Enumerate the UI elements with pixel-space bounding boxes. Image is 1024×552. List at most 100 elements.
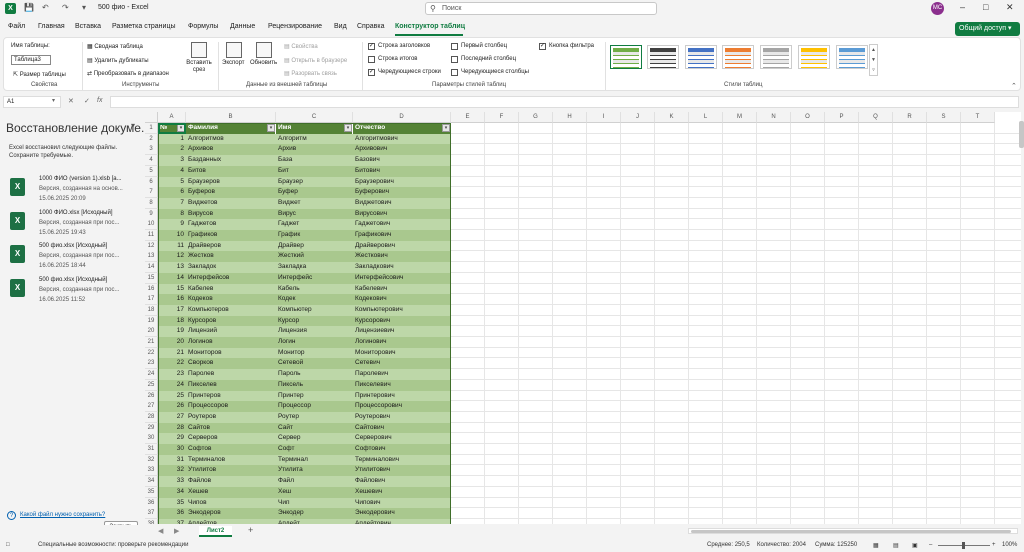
cell-surname[interactable]: Апдейтов [186, 518, 276, 524]
cell-name[interactable]: Алгоритм [276, 133, 353, 145]
cell-patronymic[interactable]: Процессорович [353, 401, 451, 413]
cell-patronymic[interactable]: Принтерович [353, 390, 451, 402]
row-header[interactable]: 35 [145, 486, 158, 498]
undo-icon[interactable]: ↶ [42, 3, 49, 12]
tab-page-layout[interactable]: Разметка страницы [112, 23, 176, 30]
cell-surname[interactable]: Битов [186, 165, 276, 177]
column-header[interactable]: C [276, 112, 353, 123]
cell-surname[interactable]: Курсоров [186, 315, 276, 327]
tab-formulas[interactable]: Формулы [188, 23, 218, 30]
zoom-in-icon[interactable]: + [992, 542, 996, 548]
cell-number[interactable]: 33 [158, 476, 186, 488]
cell-patronymic[interactable]: Архивович [353, 144, 451, 156]
recovered-file[interactable]: X 1000 ФИО (version 1).xlsb [а... Версия… [10, 176, 140, 208]
table-style-option[interactable] [647, 45, 679, 69]
cell-name[interactable]: Апдейт [276, 518, 353, 524]
cell-name[interactable]: Вирус [276, 208, 353, 220]
cell-surname[interactable]: Софтов [186, 444, 276, 455]
cell-patronymic[interactable]: Софтович [353, 444, 451, 455]
cell-patronymic[interactable]: Закладкович [353, 262, 451, 274]
cell-patronymic[interactable]: Паролевич [353, 369, 451, 381]
cell-name[interactable]: Виджет [276, 197, 353, 209]
column-header[interactable]: E [451, 112, 485, 123]
cell-patronymic[interactable]: Логинович [353, 337, 451, 348]
cell-patronymic[interactable]: Кодекович [353, 294, 451, 306]
zoom-slider-thumb[interactable] [962, 542, 965, 549]
close-icon[interactable]: ✕ [1006, 2, 1014, 13]
cell-name[interactable]: Принтер [276, 390, 353, 402]
tab-help[interactable]: Справка [357, 23, 384, 30]
cell-surname[interactable]: Закладок [186, 262, 276, 274]
cell-patronymic[interactable]: Энкодерович [353, 508, 451, 520]
column-header[interactable]: D [353, 112, 451, 123]
tab-view[interactable]: Вид [334, 23, 347, 30]
cell-number[interactable]: 27 [158, 411, 186, 423]
table-style-option[interactable] [798, 45, 830, 69]
tab-home[interactable]: Главная [38, 23, 65, 30]
row-header[interactable]: 12 [145, 240, 158, 252]
cell-number[interactable]: 29 [158, 433, 186, 445]
cell-name[interactable]: Чип [276, 497, 353, 509]
cell-surname[interactable]: Хешев [186, 486, 276, 498]
cell-name[interactable]: Терминал [276, 454, 353, 466]
cell-surname[interactable]: Алгоритмов [186, 133, 276, 145]
cell-name[interactable]: Логин [276, 337, 353, 348]
row-header[interactable]: 19 [145, 315, 158, 327]
cell-number[interactable]: 3 [158, 155, 186, 167]
cell-number[interactable]: 20 [158, 337, 186, 348]
zoom-out-icon[interactable]: – [929, 542, 932, 548]
active-cell[interactable] [158, 123, 186, 134]
cell-patronymic[interactable]: Гаджетович [353, 219, 451, 231]
refresh-label[interactable]: Обновить [250, 60, 277, 66]
cell-number[interactable]: 8 [158, 208, 186, 220]
row-header[interactable]: 1 [145, 123, 158, 134]
resize-table-button[interactable]: ⇱ Размер таблицы [13, 71, 66, 78]
table-style-option[interactable] [836, 45, 868, 69]
row-header[interactable]: 31 [145, 444, 158, 455]
cell-number[interactable]: 30 [158, 444, 186, 455]
cell-surname[interactable]: Вирусов [186, 208, 276, 220]
cell-name[interactable]: Гаджет [276, 219, 353, 231]
first-column-checkbox[interactable] [451, 43, 458, 50]
redo-icon[interactable]: ↷ [62, 3, 69, 12]
cell-name[interactable]: Курсор [276, 315, 353, 327]
recovered-file[interactable]: X 500 фио.xlsx [Исходный] Версия, создан… [10, 277, 140, 309]
cell-surname[interactable]: Гаджетов [186, 219, 276, 231]
maximize-icon[interactable]: □ [983, 2, 988, 12]
cell-surname[interactable]: Процессоров [186, 401, 276, 413]
column-header[interactable]: B [186, 112, 276, 123]
cell-name[interactable]: Компьютер [276, 304, 353, 316]
cell-number[interactable]: 37 [158, 518, 186, 524]
filter-dropdown-icon[interactable]: ▾ [442, 124, 450, 132]
cell-name[interactable]: Пиксель [276, 379, 353, 391]
cell-number[interactable]: 26 [158, 401, 186, 413]
cell-patronymic[interactable]: Сетевич [353, 358, 451, 370]
cell-surname[interactable]: Пикселев [186, 379, 276, 391]
cell-name[interactable]: Сервер [276, 433, 353, 445]
cell-number[interactable]: 31 [158, 454, 186, 466]
cell-patronymic[interactable]: Виджетович [353, 197, 451, 209]
last-column-checkbox[interactable] [451, 56, 458, 63]
cell-surname[interactable]: Интерфейсов [186, 272, 276, 284]
cell-number[interactable]: 13 [158, 262, 186, 274]
pivot-button[interactable]: ▦ Сводная таблица [87, 43, 143, 50]
table-header-cell[interactable]: Фамилия [186, 123, 276, 134]
cell-patronymic[interactable]: Битович [353, 165, 451, 177]
cell-surname[interactable]: Энкодеров [186, 508, 276, 520]
cell-name[interactable]: Процессор [276, 401, 353, 413]
cell-name[interactable]: База [276, 155, 353, 167]
row-header[interactable]: 37 [145, 508, 158, 520]
cell-patronymic[interactable]: Жесткович [353, 251, 451, 263]
cell-name[interactable]: Хеш [276, 486, 353, 498]
function-icon[interactable]: fx [97, 97, 102, 104]
cell-name[interactable]: Софт [276, 444, 353, 455]
cell-surname[interactable]: Чипов [186, 497, 276, 509]
row-header[interactable]: 36 [145, 497, 158, 509]
next-sheet-icon[interactable]: ▶ [174, 527, 179, 535]
row-header[interactable]: 32 [145, 454, 158, 466]
cell-number[interactable]: 23 [158, 369, 186, 381]
page-layout-icon[interactable]: ▤ [893, 542, 899, 549]
cell-name[interactable]: Утилита [276, 465, 353, 477]
cell-name[interactable]: Кодек [276, 294, 353, 306]
row-header[interactable]: 24 [145, 369, 158, 381]
